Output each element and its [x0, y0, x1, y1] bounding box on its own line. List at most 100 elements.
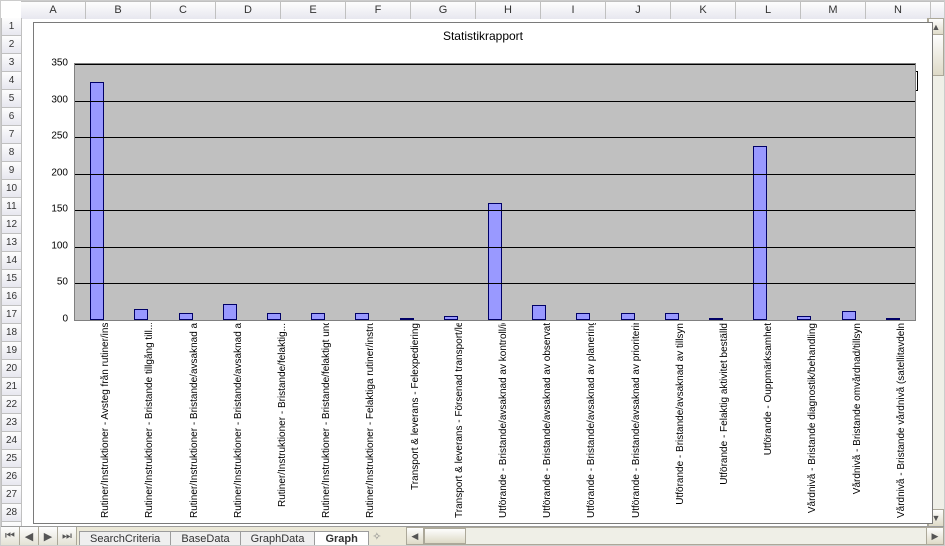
row-header[interactable]: 10 [1, 180, 21, 198]
x-tick-label: Utförande - Felaktig aktivitet beställd [719, 323, 730, 518]
x-tick-label: Rutiner/Instruktioner - Bristande/felakt… [277, 323, 288, 518]
x-tick-label: Utförande - Bristande/avsaknad av planer… [586, 323, 597, 518]
bar [886, 318, 900, 320]
row-header[interactable]: 14 [1, 252, 21, 270]
bar-series [75, 64, 915, 320]
x-tick-label: Rutiner/Instruktioner - Bristande tillgå… [144, 323, 155, 518]
column-header[interactable]: J [606, 1, 671, 19]
column-header[interactable]: L [736, 1, 801, 19]
row-header[interactable]: 26 [1, 468, 21, 486]
gridline [75, 137, 915, 138]
row-header[interactable]: 20 [1, 360, 21, 378]
column-header[interactable]: G [411, 1, 476, 19]
row-header[interactable]: 24 [1, 432, 21, 450]
bar [355, 313, 369, 320]
column-header[interactable]: A [21, 1, 86, 19]
row-header[interactable]: 11 [1, 198, 21, 216]
sheet-tab[interactable]: GraphData [240, 531, 316, 545]
tab-nav-prev[interactable]: ◀ [20, 527, 39, 545]
column-header[interactable]: F [346, 1, 411, 19]
sheet-tab[interactable]: Graph [314, 531, 368, 545]
row-header[interactable]: 9 [1, 162, 21, 180]
x-tick-label: Utförande - Bristande/avsaknad av observ… [542, 323, 553, 518]
y-tick-label: 0 [62, 314, 68, 325]
row-header[interactable]: 6 [1, 108, 21, 126]
x-tick-label: Rutiner/Instruktioner - Felaktiga rutine… [365, 323, 376, 518]
bar [223, 304, 237, 320]
x-tick-label: Transport & leverans - Försenad transpor… [454, 323, 465, 518]
plot-area [74, 63, 916, 321]
scroll-right-button[interactable]: ▶ [926, 527, 944, 545]
x-tick-label: Utförande - Bristande/avsaknad av priori… [631, 323, 642, 518]
row-header[interactable]: 15 [1, 270, 21, 288]
tab-nav-first[interactable]: ⏮ [1, 527, 20, 545]
bar [179, 313, 193, 320]
bar [532, 305, 546, 320]
bar [797, 316, 811, 320]
y-tick-label: 150 [51, 204, 68, 215]
horizontal-scroll-track[interactable] [424, 527, 926, 545]
scroll-left-button[interactable]: ◀ [406, 527, 424, 545]
row-header[interactable]: 5 [1, 90, 21, 108]
column-header[interactable]: I [541, 1, 606, 19]
row-header[interactable]: 4 [1, 72, 21, 90]
y-tick-label: 350 [51, 58, 68, 69]
row-header[interactable]: 8 [1, 144, 21, 162]
row-header[interactable]: 18 [1, 324, 21, 342]
column-header[interactable]: K [671, 1, 736, 19]
horizontal-scroll-thumb[interactable] [424, 528, 466, 544]
y-tick-label: 250 [51, 131, 68, 142]
horizontal-scrollbar[interactable]: ◀ ▶ [406, 527, 944, 545]
column-header[interactable]: E [281, 1, 346, 19]
bar [400, 318, 414, 320]
x-axis-labels: Rutiner/Instruktioner - Avsteg från ruti… [74, 323, 914, 518]
x-tick-label: Utförande - Bristande/avsaknad av tillsy… [675, 323, 686, 518]
y-tick-label: 100 [51, 240, 68, 251]
bar [488, 203, 502, 320]
sheet-tab[interactable]: BaseData [170, 531, 240, 545]
x-tick-label: Rutiner/Instruktioner - Bristande/felakt… [321, 323, 332, 518]
x-tick-label: Vårdnivå - Bristande diagnostik/behandli… [807, 323, 818, 518]
column-header[interactable]: O [931, 1, 945, 19]
column-header[interactable]: D [216, 1, 281, 19]
tab-nav-last[interactable]: ⏭ [58, 527, 77, 545]
row-header[interactable]: 22 [1, 396, 21, 414]
bar [753, 146, 767, 320]
bar [842, 311, 856, 320]
row-header[interactable]: 12 [1, 216, 21, 234]
gridline [75, 174, 915, 175]
column-header[interactable]: B [86, 1, 151, 19]
new-sheet-button[interactable]: ✧ [368, 527, 386, 545]
bar [444, 316, 458, 320]
row-header[interactable]: 23 [1, 414, 21, 432]
bar [576, 313, 590, 320]
y-tick-label: 50 [57, 277, 68, 288]
tab-nav-next[interactable]: ▶ [39, 527, 58, 545]
sheet-tab-bar: ⏮ ◀ ▶ ⏭ SearchCriteriaBaseDataGraphDataG… [1, 526, 944, 545]
row-header[interactable]: 21 [1, 378, 21, 396]
row-header[interactable]: 3 [1, 54, 21, 72]
row-header[interactable]: 13 [1, 234, 21, 252]
gridline [75, 247, 915, 248]
row-header[interactable]: 25 [1, 450, 21, 468]
column-header[interactable]: C [151, 1, 216, 19]
row-header[interactable]: 16 [1, 288, 21, 306]
row-header-column: 1234567891011121314151617181920212223242… [1, 18, 22, 527]
row-header[interactable]: 1 [1, 18, 21, 36]
column-header[interactable]: H [476, 1, 541, 19]
row-header[interactable]: 17 [1, 306, 21, 324]
column-header[interactable]: M [801, 1, 866, 19]
row-header[interactable]: 27 [1, 486, 21, 504]
row-header[interactable]: 7 [1, 126, 21, 144]
row-header[interactable]: 2 [1, 36, 21, 54]
column-header[interactable]: N [866, 1, 931, 19]
y-tick-label: 300 [51, 94, 68, 105]
spreadsheet-viewport: ABCDEFGHIJKLMNO 123456789101112131415161… [0, 0, 945, 546]
bar [709, 318, 723, 320]
sheet-tab[interactable]: SearchCriteria [79, 531, 171, 545]
embedded-chart[interactable]: Statistikrapport Antal registreringar 05… [33, 22, 933, 524]
gridline [75, 283, 915, 284]
row-header[interactable]: 28 [1, 504, 21, 522]
column-header-row: ABCDEFGHIJKLMNO [21, 1, 944, 19]
row-header[interactable]: 19 [1, 342, 21, 360]
